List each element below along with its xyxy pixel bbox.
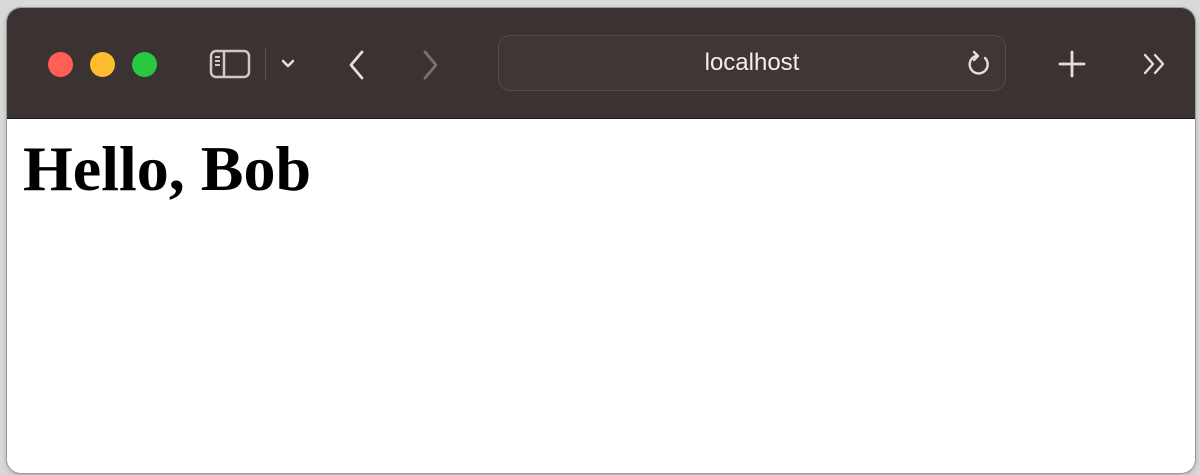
chevron-down-icon — [281, 59, 295, 68]
sidebar-icon — [209, 49, 251, 79]
back-button[interactable] — [340, 48, 374, 82]
plus-icon — [1058, 50, 1086, 78]
chevron-left-icon — [349, 50, 364, 80]
more-toolbar-items-button[interactable] — [1135, 46, 1175, 82]
toolbar-divider — [265, 48, 266, 80]
close-window-button[interactable] — [48, 52, 73, 77]
browser-window: localhost Hello, Bob — [7, 8, 1195, 473]
page-heading: Hello, Bob — [23, 133, 312, 204]
forward-button[interactable] — [413, 48, 447, 82]
maximize-window-button[interactable] — [132, 52, 157, 77]
minimize-window-button[interactable] — [90, 52, 115, 77]
chevron-right-icon — [423, 50, 438, 80]
browser-toolbar: localhost — [7, 8, 1195, 119]
address-bar-text[interactable]: localhost — [499, 36, 1005, 90]
new-tab-button[interactable] — [1052, 46, 1092, 82]
page-content: Hello, Bob — [7, 119, 1195, 473]
reload-icon — [968, 50, 989, 75]
sidebar-toggle-button[interactable] — [207, 46, 253, 82]
double-chevron-right-icon — [1143, 53, 1165, 75]
reload-button[interactable] — [963, 48, 995, 80]
address-bar[interactable]: localhost — [498, 35, 1006, 91]
tab-group-menu-button[interactable] — [275, 50, 301, 78]
